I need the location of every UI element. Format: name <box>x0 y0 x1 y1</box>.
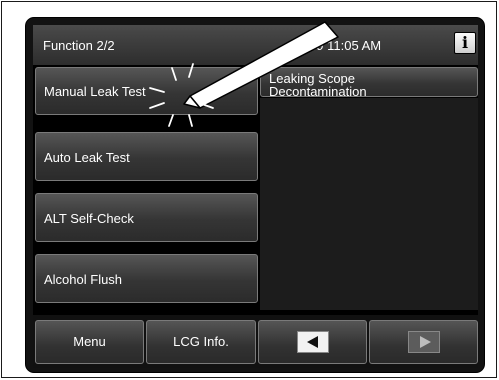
touch-screen: Function 2/2 07/09 11:05 AM i Manual Lea… <box>33 25 478 368</box>
leaking-scope-decontamination-button[interactable]: Leaking Scope Decontamination <box>260 67 478 99</box>
alcohol-flush-label: Alcohol Flush <box>44 272 123 287</box>
page-title: Function 2/2 <box>43 38 115 53</box>
lcg-info-button[interactable]: LCG Info. <box>146 320 256 364</box>
auto-leak-test-button[interactable]: Auto Leak Test <box>35 132 258 181</box>
info-button[interactable]: i <box>454 32 476 54</box>
menu-label: Menu <box>73 334 106 349</box>
empty-panel <box>260 98 478 310</box>
info-icon: i <box>461 33 469 52</box>
menu-button[interactable]: Menu <box>35 320 144 364</box>
leaking-scope-label-line2: Decontamination <box>269 84 367 99</box>
manual-leak-test-label: Manual Leak Test <box>44 84 146 99</box>
prev-page-button[interactable] <box>258 320 367 364</box>
alcohol-flush-button[interactable]: Alcohol Flush <box>35 254 258 303</box>
next-page-button[interactable] <box>369 320 478 364</box>
datetime-display: 07/09 11:05 AM <box>291 38 382 53</box>
header-bar: Function 2/2 07/09 11:05 AM i <box>33 25 478 65</box>
left-arrow-icon <box>296 331 329 353</box>
manual-leak-test-button[interactable]: Manual Leak Test <box>35 67 258 115</box>
auto-leak-test-label: Auto Leak Test <box>44 150 130 165</box>
alt-self-check-label: ALT Self-Check <box>44 211 134 226</box>
alt-self-check-button[interactable]: ALT Self-Check <box>35 193 258 242</box>
lcg-info-label: LCG Info. <box>173 334 229 349</box>
right-arrow-icon <box>407 331 440 353</box>
